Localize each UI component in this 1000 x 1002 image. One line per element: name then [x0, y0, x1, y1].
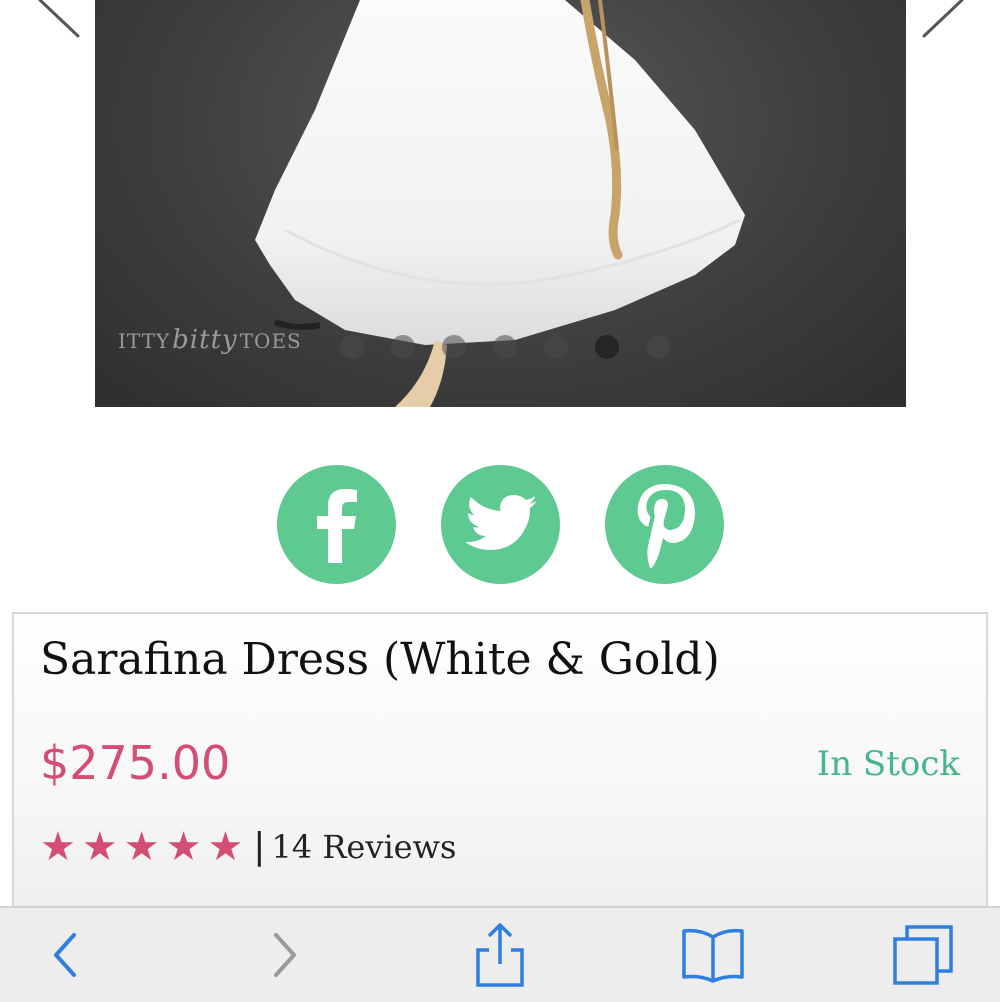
gallery-dot[interactable] [544, 335, 568, 359]
star-icon: ★ [40, 823, 76, 870]
brand-watermark: ITTYbitty TOES [118, 325, 302, 355]
tabs-icon [892, 925, 953, 985]
product-price: $275.00 [40, 736, 231, 790]
gallery-pagination[interactable] [340, 335, 670, 359]
gallery-dot[interactable] [391, 335, 415, 359]
star-rating: ★ ★ ★ ★ ★ [40, 827, 243, 867]
facebook-share-button[interactable] [277, 465, 396, 584]
forward-icon [274, 933, 296, 977]
bookmarks-button[interactable] [675, 908, 750, 1002]
facebook-icon [316, 488, 357, 563]
product-rating[interactable]: ★ ★ ★ ★ ★ | 14 Reviews [40, 826, 456, 867]
product-info-card: Sarafina Dress (White & Gold) $275.00 In… [12, 612, 988, 914]
reviews-link[interactable]: 14 Reviews [271, 828, 456, 866]
bookmarks-icon [681, 928, 744, 983]
gallery-dot-active[interactable] [595, 335, 619, 359]
star-icon: ★ [207, 823, 244, 870]
product-title: Sarafina Dress (White & Gold) [40, 634, 720, 685]
forward-button[interactable] [255, 908, 315, 1002]
gallery-prev-icon[interactable] [38, 0, 83, 40]
gallery-dot[interactable] [646, 335, 670, 359]
share-button[interactable] [465, 908, 535, 1002]
gallery-next-icon[interactable] [920, 0, 965, 40]
back-icon [54, 933, 76, 977]
gallery-dot[interactable] [493, 335, 517, 359]
star-icon: ★ [123, 823, 160, 870]
star-icon: ★ [165, 823, 202, 870]
browser-toolbar [0, 906, 1000, 1002]
stock-status: In Stock [816, 744, 960, 784]
share-icon [476, 923, 524, 987]
social-share [277, 465, 724, 584]
tabs-button[interactable] [885, 908, 960, 1002]
back-button[interactable] [35, 908, 95, 1002]
rating-divider: | [253, 826, 266, 867]
gallery-dot[interactable] [442, 335, 466, 359]
star-icon: ★ [81, 823, 118, 870]
pinterest-share-button[interactable] [605, 465, 724, 584]
product-gallery[interactable]: ITTYbitty TOES [0, 0, 1000, 420]
twitter-icon [464, 494, 537, 550]
twitter-share-button[interactable] [441, 465, 560, 584]
pinterest-icon [637, 483, 695, 568]
gallery-dot[interactable] [340, 335, 364, 359]
